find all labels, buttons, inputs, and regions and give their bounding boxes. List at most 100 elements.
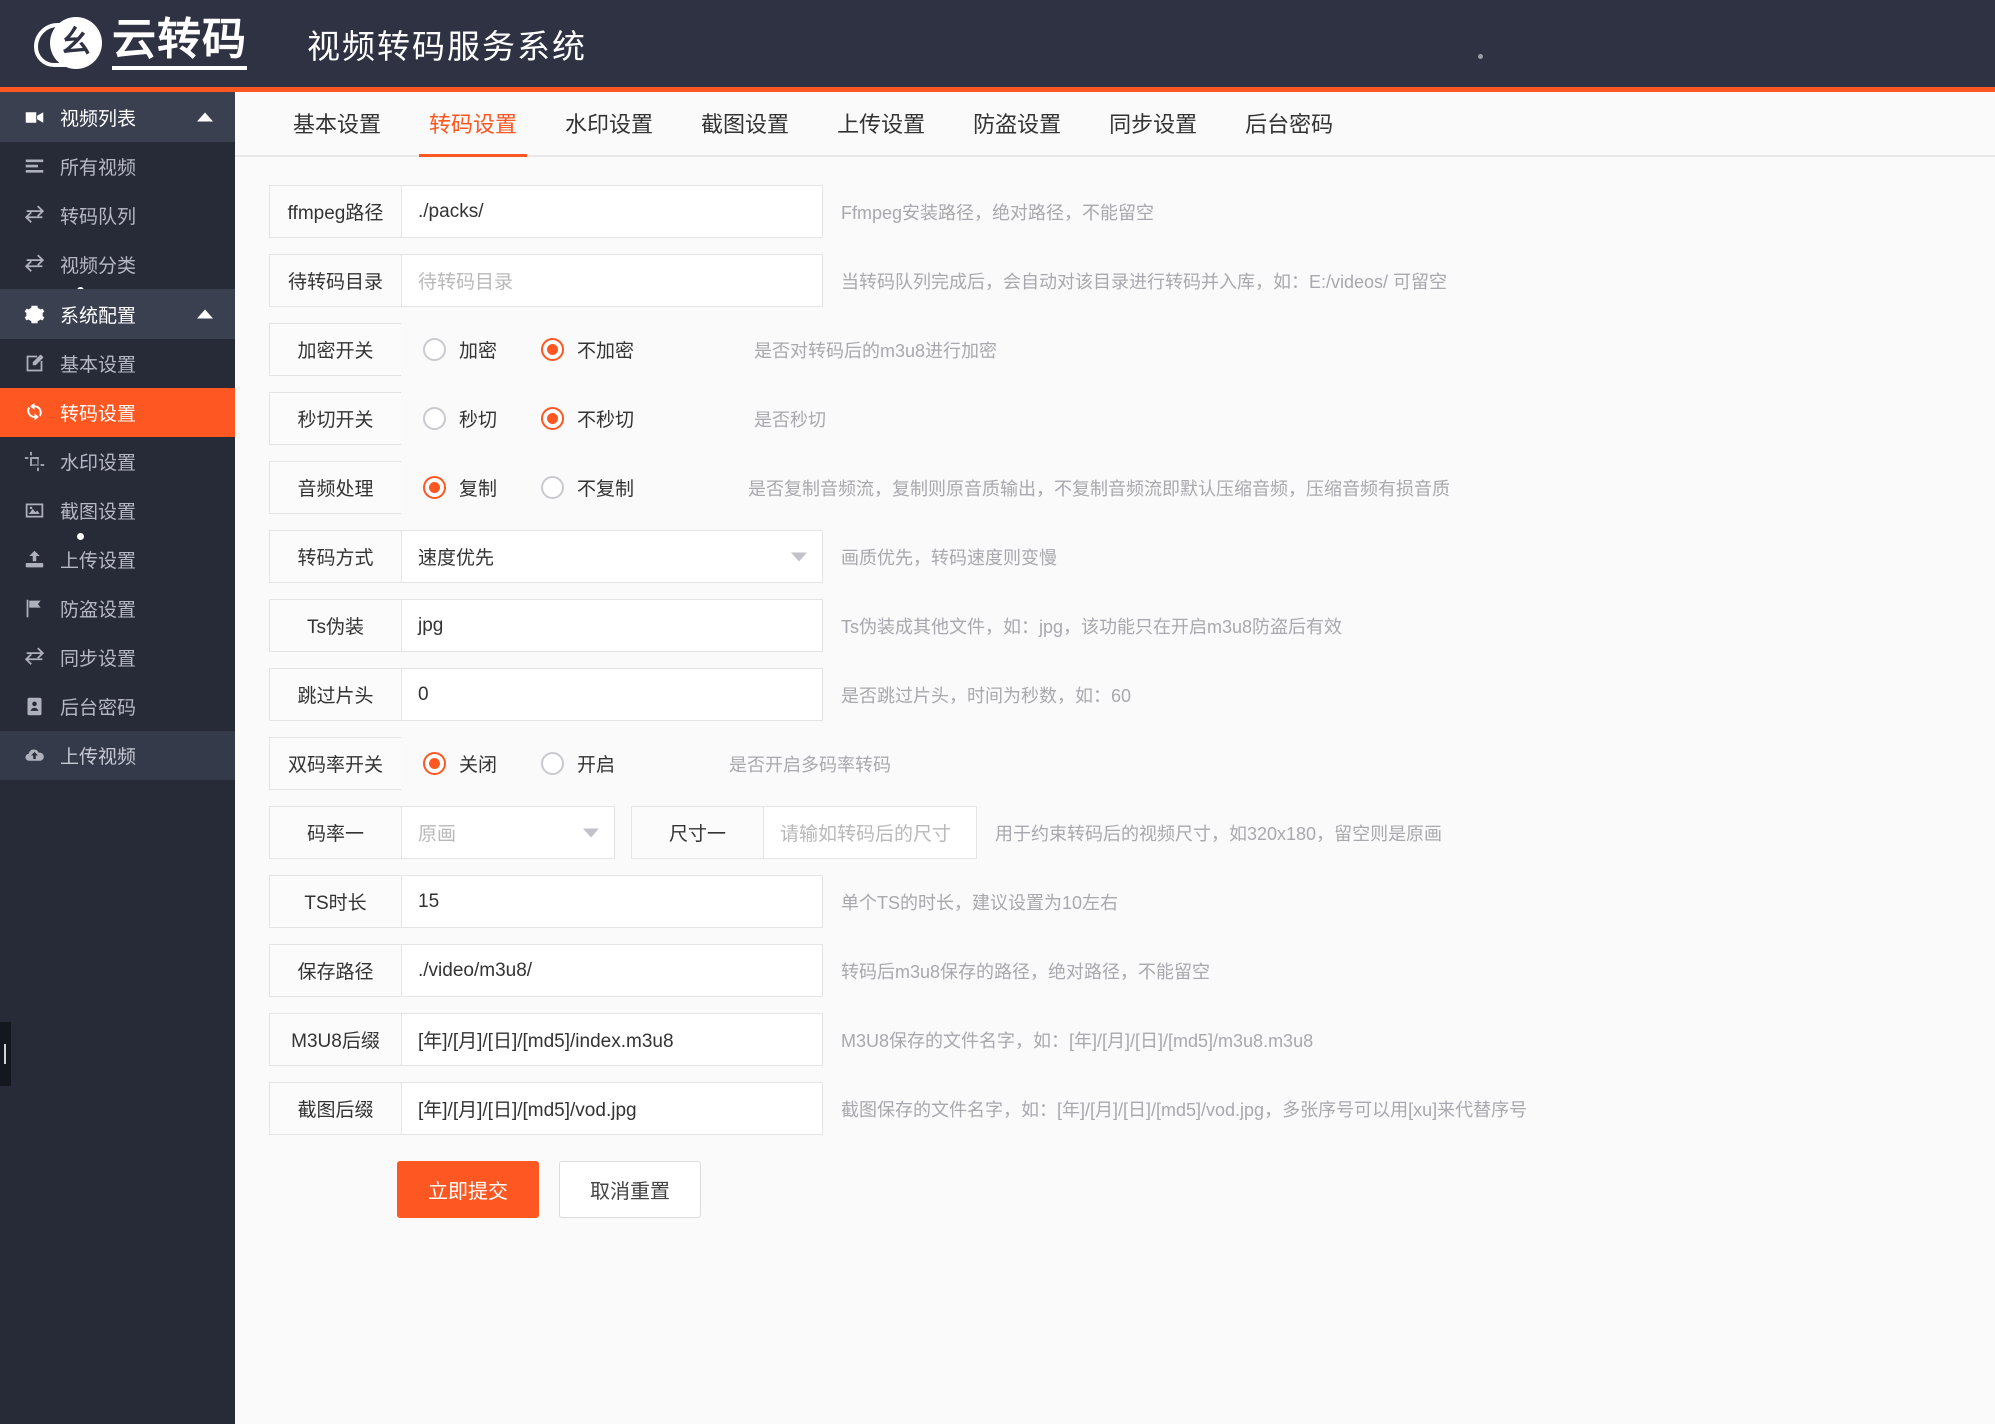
sidebar-item-12[interactable]: 后台密码	[0, 682, 235, 731]
audio-process-radiogroup: 复制 不复制	[401, 461, 694, 514]
save-path-value: ./video/m3u8/	[418, 959, 533, 981]
dual-bitrate-label: 双码率开关	[269, 737, 401, 790]
sidebar-item-3[interactable]: 视频分类	[0, 240, 235, 294]
tab-label: 转码设置	[429, 112, 518, 137]
encrypt-switch-hint: 是否对转码后的m3u8进行加密	[754, 340, 998, 361]
ts-disguise-input[interactable]: jpg	[401, 599, 823, 652]
save-path-input[interactable]: ./video/m3u8/	[401, 944, 823, 997]
logo-glyph: 幺	[50, 16, 102, 69]
reset-button[interactable]: 取消重置	[559, 1161, 701, 1218]
fastcut-radio-on[interactable]: 秒切	[423, 405, 497, 432]
tab-5[interactable]: 防盗设置	[949, 107, 1085, 155]
sidebar-item-label: 转码队列	[60, 207, 137, 228]
size-one-hint: 用于约束转码后的视频尺寸，如320x180，留空则是原画	[995, 823, 1443, 844]
tab-4[interactable]: 上传设置	[813, 107, 949, 155]
tab-label: 上传设置	[837, 112, 926, 137]
image-icon	[20, 500, 48, 521]
form-row-ts-duration: TS时长 15 单个TS的时长，建议设置为10左右	[269, 875, 1995, 928]
chevron-down-icon	[791, 552, 807, 561]
ts-duration-label: TS时长	[269, 875, 401, 928]
dual-bitrate-hint: 是否开启多码率转码	[729, 754, 892, 775]
form-row-ts-disguise: Ts伪装 jpg Ts伪装成其他文件，如：jpg，该功能只在开启m3u8防盗后有…	[269, 599, 1995, 652]
fastcut-radio-off[interactable]: 不秒切	[541, 405, 634, 432]
sidebar-collapse-handle[interactable]	[0, 1022, 11, 1086]
sidebar-item-label: 截图设置	[60, 502, 137, 523]
audio-process-label: 音频处理	[269, 461, 401, 514]
tab-1[interactable]: 转码设置	[405, 107, 541, 157]
top-bar: 幺 云转码 视频转码服务系统	[0, 0, 1995, 92]
sidebar-item-label: 视频分类	[60, 256, 137, 277]
shot-suffix-label: 截图后缀	[269, 1082, 401, 1135]
sidebar-item-0[interactable]: 视频列表	[0, 92, 235, 142]
dual-bitrate-radio-off-label: 关闭	[459, 755, 498, 776]
encrypt-radio-on[interactable]: 加密	[423, 336, 497, 363]
m3u8-suffix-hint: M3U8保存的文件名字，如：[年]/[月]/[日]/[md5]/m3u8.m3u…	[841, 1030, 1314, 1051]
exchange-icon	[20, 205, 48, 226]
audio-radio-nocopy[interactable]: 不复制	[541, 474, 634, 501]
sidebar-item-label: 上传设置	[60, 551, 137, 572]
tab-2[interactable]: 水印设置	[541, 107, 677, 155]
sidebar-item-1[interactable]: 所有视频	[0, 142, 235, 191]
pending-dir-input[interactable]: 待转码目录	[401, 254, 823, 307]
sidebar-item-label: 同步设置	[60, 649, 137, 670]
fastcut-switch-radiogroup: 秒切 不秒切	[401, 392, 694, 445]
ffmpeg-path-input[interactable]: ./packs/	[401, 185, 823, 238]
sidebar-item-11[interactable]: 同步设置	[0, 633, 235, 682]
ts-disguise-value: jpg	[418, 614, 444, 636]
form-row-transcode-mode: 转码方式 速度优先 画质优先，转码速度则变慢	[269, 530, 1995, 583]
transcode-mode-select[interactable]: 速度优先	[401, 530, 823, 583]
sidebar-item-label: 上传视频	[60, 747, 137, 768]
sidebar: 视频列表 所有视频转码队列视频分类系统配置基本设置转码设置 水印设置截图设置上传设置…	[0, 92, 235, 1424]
pending-dir-label: 待转码目录	[269, 254, 401, 307]
tab-label: 后台密码	[1245, 112, 1334, 137]
chevron-up-icon[interactable]	[197, 309, 213, 319]
topbar-indicator-dot	[1478, 54, 1483, 59]
audio-radio-copy[interactable]: 复制	[423, 474, 497, 501]
sidebar-item-13[interactable]: 上传视频	[0, 731, 235, 780]
encrypt-radio-off[interactable]: 不加密	[541, 336, 634, 363]
tab-6[interactable]: 同步设置	[1085, 107, 1221, 155]
transcode-icon	[20, 402, 48, 423]
submit-button[interactable]: 立即提交	[397, 1161, 539, 1218]
m3u8-suffix-value: [年]/[月]/[日]/[md5]/index.m3u8	[418, 1031, 674, 1052]
ts-duration-hint: 单个TS的时长，建议设置为10左右	[841, 892, 1119, 913]
ts-duration-input[interactable]: 15	[401, 875, 823, 928]
sidebar-item-4[interactable]: 系统配置	[0, 289, 235, 339]
logo[interactable]: 幺 云转码	[0, 15, 247, 73]
sidebar-item-2[interactable]: 转码队列	[0, 191, 235, 240]
fastcut-radio-on-label: 秒切	[459, 410, 498, 431]
audio-radio-copy-label: 复制	[459, 479, 498, 500]
dual-bitrate-radio-on[interactable]: 开启	[541, 750, 615, 777]
skip-intro-label: 跳过片头	[269, 668, 401, 721]
ts-disguise-hint: Ts伪装成其他文件，如：jpg，该功能只在开启m3u8防盗后有效	[841, 616, 1343, 637]
app-title: 视频转码服务系统	[307, 27, 587, 65]
skip-intro-input[interactable]: 0	[401, 668, 823, 721]
sidebar-item-label: 基本设置	[60, 355, 137, 376]
m3u8-suffix-input[interactable]: [年]/[月]/[日]/[md5]/index.m3u8	[401, 1013, 823, 1066]
shot-suffix-input[interactable]: [年]/[月]/[日]/[md5]/vod.jpg	[401, 1082, 823, 1135]
sidebar-item-9[interactable]: 上传设置	[0, 535, 235, 584]
form-row-encrypt-switch: 加密开关 加密 不加密 是否对转码后的m3u8进行加密	[269, 323, 1995, 376]
chevron-up-icon[interactable]	[197, 112, 213, 122]
radio-circle-icon	[423, 407, 446, 430]
tab-0[interactable]: 基本设置	[269, 107, 405, 155]
dual-bitrate-radio-on-label: 开启	[577, 755, 616, 776]
encrypt-radio-off-label: 不加密	[577, 341, 635, 362]
form-row-audio-process: 音频处理 复制 不复制 是否复制音频流，复制则原音质输出，不复制音频流即默认压缩…	[269, 461, 1995, 514]
tab-label: 水印设置	[565, 112, 654, 137]
bitrate-one-select[interactable]: 原画	[401, 806, 615, 859]
sidebar-item-7[interactable]: 水印设置	[0, 437, 235, 486]
form-actions: 立即提交 取消重置	[269, 1161, 1995, 1258]
dual-bitrate-radiogroup: 关闭 开启	[401, 737, 675, 790]
list-icon	[20, 156, 48, 177]
size-one-input[interactable]: 请输如转码后的尺寸	[763, 806, 977, 859]
sidebar-item-10[interactable]: 防盗设置	[0, 584, 235, 633]
form-row-shot-suffix: 截图后缀 [年]/[月]/[日]/[md5]/vod.jpg 截图保存的文件名字…	[269, 1082, 1995, 1135]
dual-bitrate-radio-off[interactable]: 关闭	[423, 750, 497, 777]
sidebar-item-5[interactable]: 基本设置	[0, 339, 235, 388]
tab-7[interactable]: 后台密码	[1221, 107, 1357, 155]
sidebar-item-6[interactable]: 转码设置	[0, 388, 235, 437]
size-one-placeholder: 请输如转码后的尺寸	[780, 824, 952, 845]
sidebar-item-8[interactable]: 截图设置	[0, 486, 235, 540]
tab-3[interactable]: 截图设置	[677, 107, 813, 155]
